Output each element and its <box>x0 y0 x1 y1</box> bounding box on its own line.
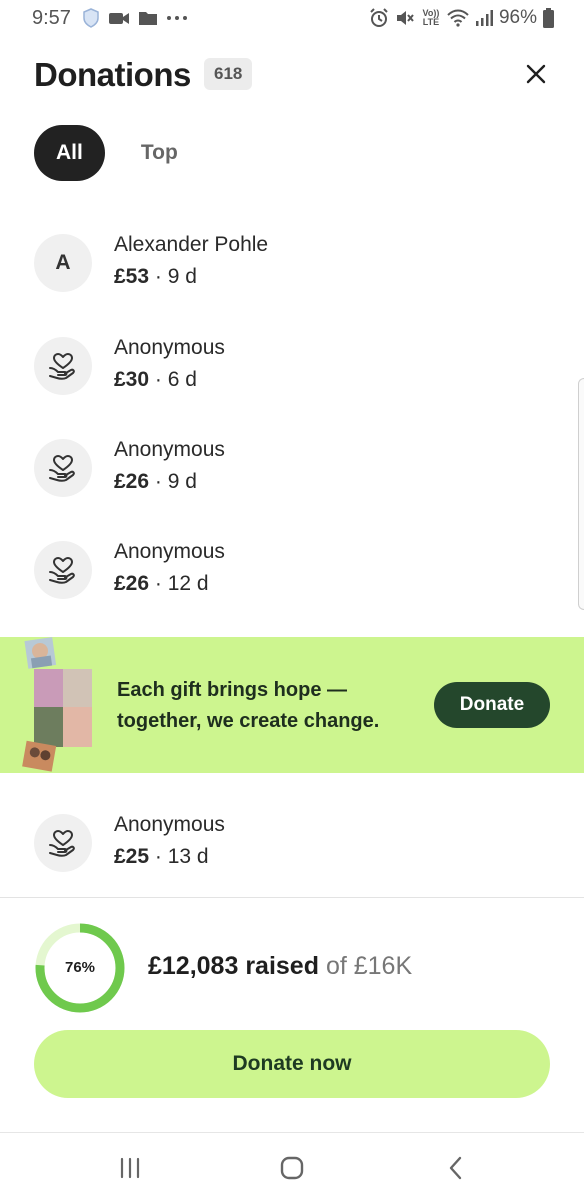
battery-icon <box>543 8 554 28</box>
scrollbar[interactable] <box>578 378 584 610</box>
donation-time: 13 d <box>167 845 209 868</box>
donation-item: Anonymous £30 · 6 d <box>34 336 554 396</box>
volte-icon: Vo)) LTE <box>422 8 440 27</box>
donation-item: Anonymous £26 · 12 d <box>34 540 554 600</box>
donation-meta: £25 · 13 d <box>114 845 209 869</box>
avatar <box>34 337 92 395</box>
filter-tabs: All Top <box>34 125 200 181</box>
status-right-icons: Vo)) LTE 96% <box>369 7 554 29</box>
donation-meta: £26 · 9 d <box>114 470 197 494</box>
folder-icon <box>139 12 157 25</box>
avatar: A <box>34 234 92 292</box>
banner-message: Each gift brings hope — together, we cre… <box>117 675 427 737</box>
avatar <box>34 439 92 497</box>
banner-line-1: Each gift brings hope — <box>117 679 348 701</box>
donation-count-badge: 618 <box>204 58 253 90</box>
donation-meta: £53 · 9 d <box>114 265 197 289</box>
donation-amount: £26 <box>114 470 150 493</box>
home-icon[interactable] <box>277 1153 307 1183</box>
status-left-icons <box>82 8 188 28</box>
shield-icon <box>83 8 99 28</box>
donation-amount: £25 <box>114 845 150 868</box>
goal-amount: of £16K <box>325 952 413 980</box>
meta-separator: · <box>154 845 162 868</box>
divider <box>0 897 584 898</box>
donation-item: Anonymous £25 · 13 d <box>34 813 554 873</box>
donor-name: Anonymous <box>114 540 225 563</box>
system-nav-bar <box>0 1132 584 1200</box>
status-bar: 9:57 Vo)) LTE 96% <box>0 0 584 36</box>
more-dots-icon <box>167 16 187 20</box>
avatar-initial: A <box>55 251 71 274</box>
meta-separator: · <box>154 572 162 595</box>
raised-summary: £12,083 raised of £16K <box>148 952 412 981</box>
heart-hand-icon <box>49 353 75 380</box>
alarm-icon <box>370 8 388 27</box>
donor-name: Anonymous <box>114 813 225 836</box>
donation-amount: £26 <box>114 572 150 595</box>
donation-time: 9 d <box>167 265 197 288</box>
donation-time: 9 d <box>167 470 197 493</box>
close-icon[interactable] <box>522 60 550 88</box>
donate-now-button[interactable]: Donate now <box>34 1030 550 1098</box>
status-time: 9:57 <box>32 7 71 29</box>
battery-percent: 96% <box>498 7 537 28</box>
donation-time: 6 d <box>167 368 197 391</box>
tab-all[interactable]: All <box>34 125 105 181</box>
meta-separator: · <box>154 265 162 288</box>
banner-donate-button[interactable]: Donate <box>434 682 550 728</box>
banner-line-2: together, we create change. <box>117 710 380 732</box>
mute-icon <box>396 11 414 25</box>
tab-top[interactable]: Top <box>119 125 200 181</box>
raised-amount: £12,083 raised <box>148 952 319 980</box>
donation-time: 12 d <box>167 572 209 595</box>
donor-name: Anonymous <box>114 336 225 359</box>
donor-name: Alexander Pohle <box>114 233 269 256</box>
recents-icon[interactable] <box>115 1153 145 1183</box>
photo-collage <box>22 637 92 772</box>
donation-item: Anonymous £26 · 9 d <box>34 438 554 498</box>
meta-separator: · <box>154 368 162 391</box>
back-icon[interactable] <box>441 1153 471 1183</box>
video-icon <box>109 13 129 24</box>
wifi-icon <box>447 9 469 27</box>
heart-hand-icon <box>49 455 75 482</box>
heart-hand-icon <box>49 557 75 584</box>
donation-meta: £30 · 6 d <box>114 368 197 392</box>
header: Donations 618 <box>34 50 550 98</box>
donation-meta: £26 · 12 d <box>114 572 209 596</box>
promo-banner: Each gift brings hope — together, we cre… <box>0 637 584 773</box>
signal-icon <box>475 10 493 26</box>
donation-amount: £30 <box>114 368 150 391</box>
donor-name: Anonymous <box>114 438 225 461</box>
heart-hand-icon <box>49 830 75 857</box>
page-title: Donations <box>34 56 191 93</box>
meta-separator: · <box>154 470 162 493</box>
avatar <box>34 541 92 599</box>
donation-amount: £53 <box>114 265 150 288</box>
donation-item: A Alexander Pohle £53 · 9 d <box>34 233 554 293</box>
progress-percent: 76% <box>64 959 96 976</box>
avatar <box>34 814 92 872</box>
